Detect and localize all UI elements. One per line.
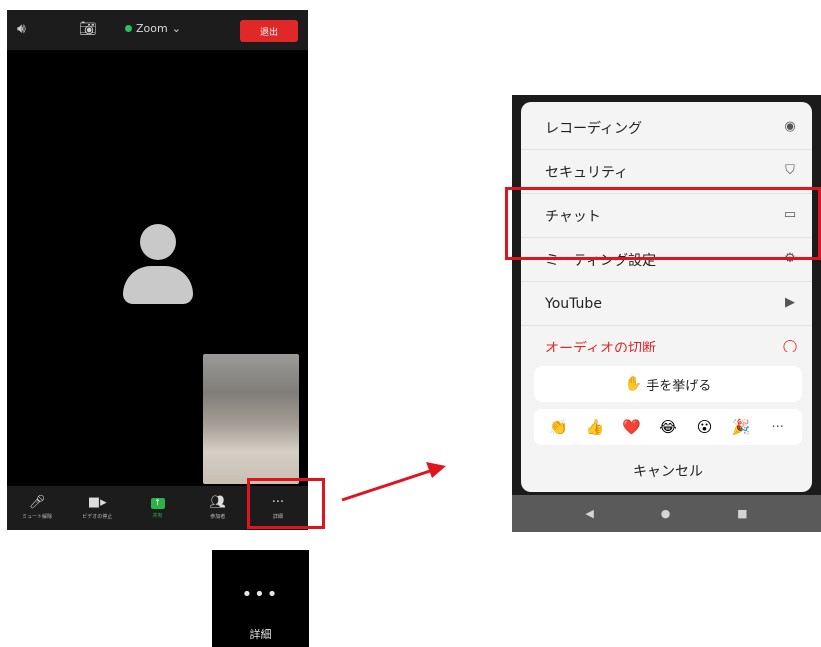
home-icon[interactable]: ● xyxy=(661,507,671,520)
unmute-label: ミュート解除 xyxy=(22,514,53,520)
menu-item-disconnect-audio[interactable]: オーディオの切断 ◯ xyxy=(521,326,812,352)
pointer-arrow-icon xyxy=(341,462,446,502)
stop-video-label: ビデオの停止 xyxy=(82,514,113,520)
self-video-thumbnail[interactable] xyxy=(203,354,299,484)
stop-video-button[interactable]: ■▸ ビデオの停止 xyxy=(67,486,127,530)
reaction-laugh-icon[interactable]: 😂 xyxy=(657,418,679,436)
back-icon[interactable]: ◀ xyxy=(585,507,593,520)
meeting-title[interactable]: Zoom ⌄ xyxy=(125,22,181,35)
leave-button[interactable]: 退出 xyxy=(240,20,298,42)
record-icon: ◉ xyxy=(784,119,796,134)
raise-hand-label: 手を挙げる xyxy=(646,378,712,394)
cancel-button[interactable]: キャンセル xyxy=(534,454,802,488)
zoom-meeting-screen: 🔊︎ 📷︎ Zoom ⌄ 退出 🎤︎ ミュート解除 ■▸ ビデオの停止 ↑ 共有… xyxy=(7,10,308,530)
reaction-tada-icon[interactable]: 🎉 xyxy=(730,418,752,436)
avatar-head xyxy=(140,224,176,260)
participants-button[interactable]: 👥︎ 参加者 xyxy=(188,486,248,530)
participant-avatar xyxy=(123,220,193,310)
reaction-surprised-icon[interactable]: 😮 xyxy=(694,418,716,436)
menu-item-youtube[interactable]: YouTube ▶ xyxy=(521,282,812,326)
speaker-icon[interactable]: 🔊︎ xyxy=(17,21,26,37)
meeting-title-text: Zoom xyxy=(136,22,168,35)
reactions-bar: 👏 👍 ❤️ 😂 😮 🎉 ··· xyxy=(534,409,802,445)
chevron-down-icon: ⌄ xyxy=(171,22,181,35)
menu-item-label: オーディオの切断 xyxy=(545,340,657,353)
menu-item-label: セキュリティ xyxy=(545,164,629,181)
youtube-icon: ▶ xyxy=(785,295,795,310)
menu-item-label: レコーディング xyxy=(545,120,643,137)
share-icon: ↑ xyxy=(150,497,165,509)
avatar-body xyxy=(123,266,193,304)
camera-flip-icon[interactable]: 📷︎ xyxy=(79,21,97,37)
hand-icon: ✋ xyxy=(624,376,643,392)
recents-icon[interactable]: ■ xyxy=(737,507,747,520)
shield-icon: ⛉ xyxy=(785,163,795,178)
more-menu-sheet: レコーディング ◉ セキュリティ ⛉ チャット ▭ ミーティング設定 ⚙ You… xyxy=(521,102,812,492)
participants-label: 参加者 xyxy=(210,514,226,520)
raise-hand-button[interactable]: ✋ 手を挙げる xyxy=(534,366,802,402)
share-label: 共有 xyxy=(152,512,163,519)
more-dots-icon: ••• xyxy=(241,584,280,605)
encryption-shield-icon xyxy=(125,25,132,32)
android-nav-bar: ◀ ● ■ xyxy=(512,495,821,532)
reaction-thumbs-up-icon[interactable]: 👍 xyxy=(584,418,606,436)
participants-icon: 👥︎ xyxy=(209,495,226,510)
more-button-highlight xyxy=(247,478,325,529)
more-reactions-icon[interactable]: ··· xyxy=(767,420,789,435)
mic-icon: 🎤︎ xyxy=(28,495,46,510)
menu-item-recording[interactable]: レコーディング ◉ xyxy=(521,106,812,150)
video-icon: ■▸ xyxy=(87,495,107,510)
reaction-heart-icon[interactable]: ❤️ xyxy=(620,418,642,436)
disconnect-icon: ◯ xyxy=(782,339,798,352)
more-button-zoomed[interactable]: ••• 詳細 xyxy=(212,550,309,647)
more-button-zoomed-label: 詳細 xyxy=(249,628,272,641)
unmute-button[interactable]: 🎤︎ ミュート解除 xyxy=(7,486,67,530)
meeting-top-bar: 🔊︎ 📷︎ Zoom ⌄ 退出 xyxy=(7,10,308,50)
menu-item-label: YouTube xyxy=(545,295,602,312)
reaction-clap-icon[interactable]: 👏 xyxy=(547,418,569,436)
more-menu-screen: レコーディング ◉ セキュリティ ⛉ チャット ▭ ミーティング設定 ⚙ You… xyxy=(512,95,821,532)
chat-item-highlight xyxy=(505,187,821,260)
share-button[interactable]: ↑ 共有 xyxy=(127,486,187,530)
